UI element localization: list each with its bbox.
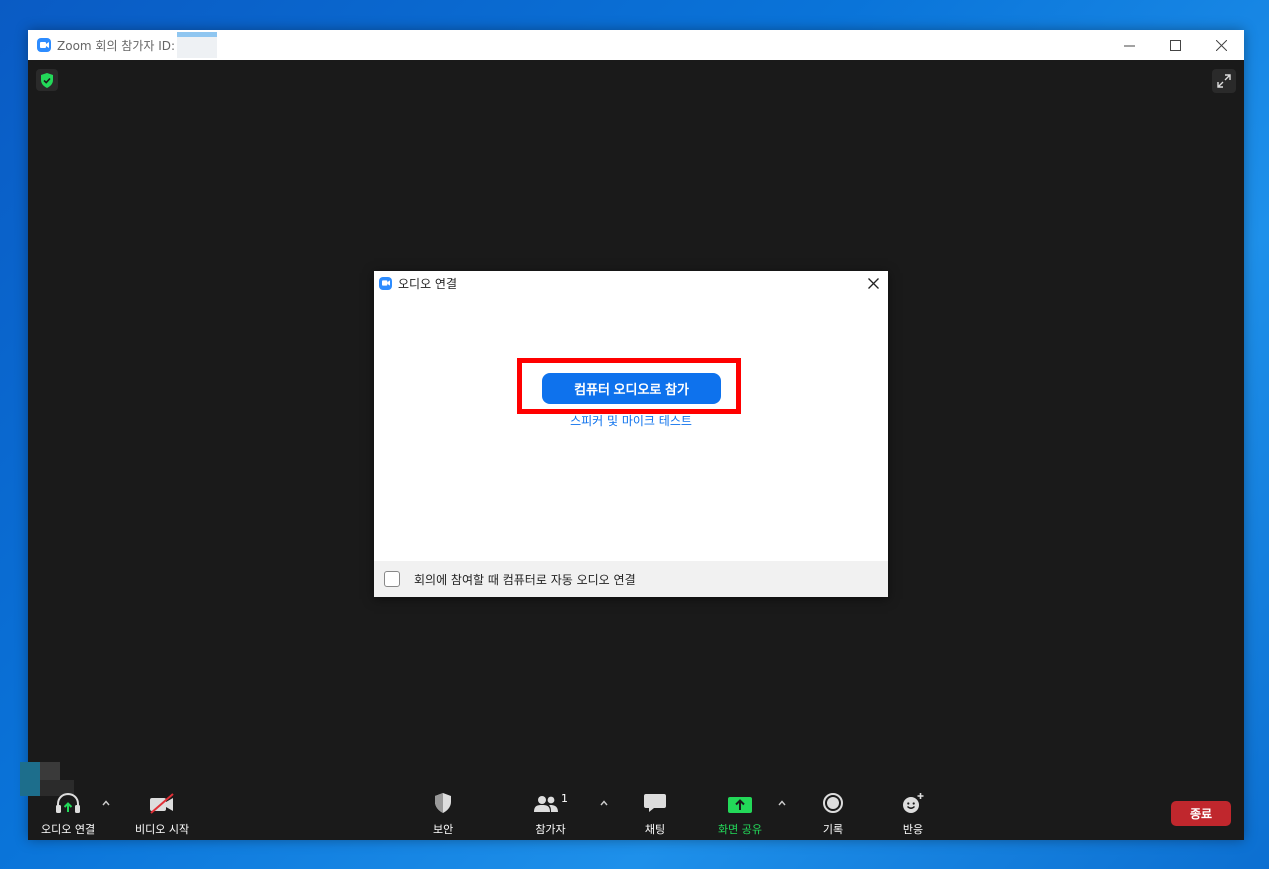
- dialog-footer: 회의에 참여할 때 컴퓨터로 자동 오디오 연결: [374, 561, 888, 597]
- audio-connect-button[interactable]: 오디오 연결: [41, 792, 95, 837]
- chevron-up-icon[interactable]: [600, 796, 608, 809]
- blurred-thumbnail: [40, 762, 60, 780]
- record-icon: [822, 792, 844, 814]
- start-video-button[interactable]: 비디오 시작: [135, 792, 189, 837]
- speaker-mic-test-link: 스피커 및 마이크 테스트: [374, 412, 888, 429]
- redacted-meeting-id: [177, 32, 218, 58]
- join-computer-audio-button[interactable]: 컴퓨터 오디오로 참가: [542, 373, 721, 404]
- audio-connect-label: 오디오 연결: [41, 823, 96, 836]
- auto-join-audio-label: 회의에 참여할 때 컴퓨터로 자동 오디오 연결: [414, 572, 636, 587]
- participants-icon: 1: [533, 792, 568, 814]
- participants-label: 참가자: [535, 823, 566, 836]
- maximize-icon[interactable]: [1152, 30, 1198, 60]
- end-meeting-button[interactable]: 종료: [1171, 801, 1231, 826]
- reactions-label: 반응: [902, 823, 924, 836]
- dialog-title: 오디오 연결: [398, 276, 458, 291]
- headphone-icon: [55, 792, 81, 814]
- share-screen-button[interactable]: 화면 공유: [718, 792, 762, 837]
- zoom-logo-icon: [379, 276, 392, 290]
- share-screen-label: 화면 공유: [718, 823, 762, 836]
- close-icon[interactable]: [864, 274, 882, 292]
- security-shield-icon: [433, 792, 453, 814]
- participants-button[interactable]: 1 참가자: [533, 792, 568, 837]
- reactions-button[interactable]: 반응: [901, 792, 925, 837]
- start-video-label: 비디오 시작: [135, 823, 190, 836]
- chat-icon: [643, 792, 667, 814]
- zoom-logo-icon: [37, 38, 51, 52]
- fullscreen-icon[interactable]: [1212, 69, 1236, 93]
- close-icon[interactable]: [1198, 30, 1244, 60]
- window-controls: [1106, 30, 1244, 60]
- speaker-mic-test-link-text[interactable]: 스피커 및 마이크 테스트: [570, 414, 692, 428]
- share-screen-icon: [727, 792, 753, 814]
- video-off-icon: [148, 792, 176, 814]
- chevron-up-icon[interactable]: [102, 796, 110, 809]
- audio-connect-dialog: 오디오 연결 컴퓨터 오디오로 참가 스피커 및 마이크 테스트 회의에 참여할…: [374, 271, 888, 597]
- participants-count: 1: [561, 792, 568, 805]
- record-button[interactable]: 기록: [822, 792, 844, 837]
- record-label: 기록: [822, 823, 844, 836]
- chat-button[interactable]: 채팅: [643, 792, 667, 837]
- window-title: Zoom 회의 참가자 ID:: [57, 38, 176, 53]
- chevron-up-icon[interactable]: [778, 796, 786, 809]
- zoom-window: Zoom 회의 참가자 ID: 오디오 연결 컴퓨터 오디오로 참가 스피커 및…: [20, 30, 1244, 840]
- minimize-icon[interactable]: [1106, 30, 1152, 60]
- chat-label: 채팅: [644, 823, 666, 836]
- reaction-icon: [901, 792, 925, 814]
- security-label: 보안: [433, 823, 454, 836]
- auto-join-audio-checkbox[interactable]: [384, 571, 400, 587]
- title-bar: Zoom 회의 참가자 ID:: [28, 30, 1244, 60]
- dialog-header: 오디오 연결: [374, 271, 888, 295]
- security-button[interactable]: 보안: [433, 792, 453, 837]
- shield-check-icon[interactable]: [36, 69, 58, 91]
